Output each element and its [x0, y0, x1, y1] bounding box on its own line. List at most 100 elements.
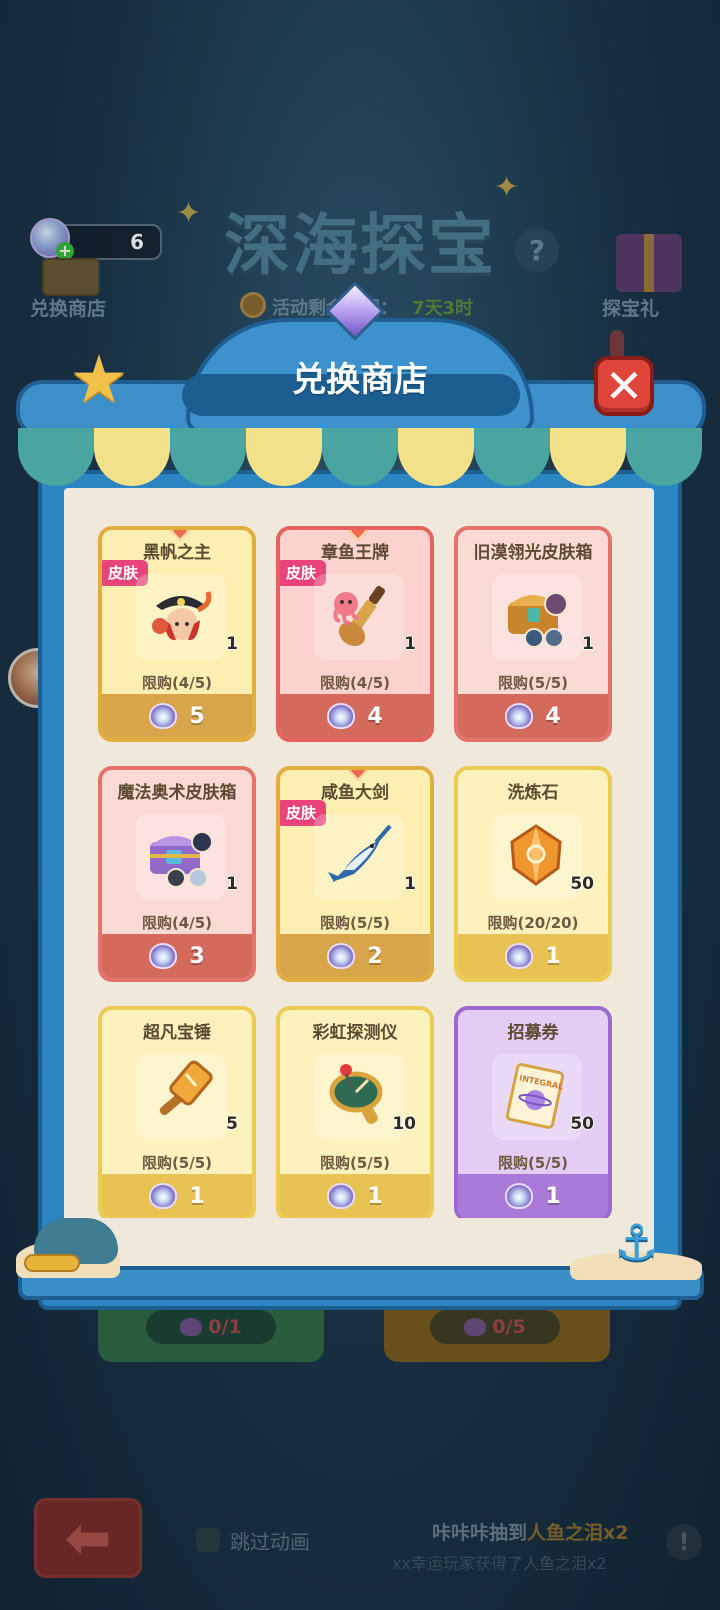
purchase-limit: 限购(20/20)	[487, 914, 579, 932]
pearl-icon	[505, 1183, 534, 1209]
awning-stripe	[18, 428, 94, 486]
close-button[interactable]: ✕	[594, 356, 654, 416]
ticker-prefix: 咔咔咔抽到	[432, 1522, 528, 1544]
item-quantity: 1	[226, 634, 238, 654]
shop-item-card[interactable]: 咸鱼大剑 皮肤 1 限购(5/5) 2	[276, 766, 434, 982]
item-price: 2	[367, 943, 383, 969]
awning-stripe	[246, 428, 322, 486]
buy-button[interactable]: 4	[458, 694, 608, 738]
left-progress-pill: 0/1	[146, 1310, 276, 1344]
item-name: 超凡宝锤	[143, 1023, 211, 1043]
skip-checkbox[interactable]	[196, 1528, 220, 1552]
pirate-captain-icon	[152, 591, 212, 641]
item-name: 彩虹探测仪	[312, 1023, 398, 1043]
purchase-limit: 限购(4/5)	[319, 674, 391, 692]
left-progress-value: 0/1	[208, 1316, 242, 1338]
awning-stripe	[322, 428, 398, 486]
shop-icon[interactable]	[42, 258, 100, 296]
pearl-icon	[505, 703, 534, 729]
swordfish-icon	[328, 824, 392, 882]
buy-button[interactable]: 1	[280, 1174, 430, 1218]
item-name: 洗炼石	[507, 783, 559, 803]
hammer-icon	[159, 1060, 213, 1116]
item-price: 1	[545, 943, 561, 969]
awning-stripe	[626, 428, 702, 486]
item-quantity: 5	[226, 1114, 238, 1134]
awning	[18, 428, 704, 486]
event-title: 深海探宝	[224, 207, 496, 284]
item-quantity: 1	[404, 634, 416, 654]
awning-stripe	[550, 428, 626, 486]
item-price: 1	[545, 1183, 561, 1209]
item-quantity: 10	[392, 1114, 416, 1134]
purchase-limit: 限购(5/5)	[497, 1154, 569, 1172]
buy-button[interactable]: 2	[280, 934, 430, 978]
sparkle-icon: ✦	[176, 196, 202, 231]
item-name: 魔法奥术皮肤箱	[117, 783, 237, 803]
item-price: 3	[189, 943, 205, 969]
buy-button[interactable]: 4	[280, 694, 430, 738]
magic-chest-icon	[150, 831, 213, 888]
buy-button[interactable]: 1	[458, 1174, 608, 1218]
shell-icon	[464, 1318, 487, 1336]
item-quantity: 1	[582, 634, 594, 654]
shop-item-card[interactable]: 洗炼石 50 限购(20/20) 1	[454, 766, 612, 982]
buy-button[interactable]: 1	[458, 934, 608, 978]
currency-value: 6	[130, 230, 144, 254]
gift-ribbon	[644, 234, 654, 292]
purchase-limit: 限购(4/5)	[141, 914, 213, 932]
recruit-ticket-icon: INTEGRAL	[505, 1063, 565, 1129]
purchase-limit: 限购(5/5)	[141, 1154, 213, 1172]
awning-stripe	[170, 428, 246, 486]
item-name: 招募券	[507, 1023, 559, 1043]
purchase-limit: 限购(5/5)	[497, 674, 569, 692]
shop-item-card[interactable]: 招募券 INTEGRAL 50 限购(5/5) 1	[454, 1006, 612, 1218]
skin-chest-icon	[508, 592, 568, 648]
help-button[interactable]: ?	[515, 228, 559, 272]
awning-stripe	[474, 428, 550, 486]
pearl-icon	[149, 703, 178, 729]
gift-label[interactable]: 探宝礼	[602, 294, 659, 321]
shop-item-grid[interactable]: 黑帆之主 皮肤 1 限购(4/5) 5 章鱼王牌 皮肤 1 限购(4/5) 4 …	[84, 520, 636, 1218]
purchase-limit: 限购(4/5)	[141, 674, 213, 692]
timer-value: 7天3时	[412, 298, 474, 319]
pearl-icon	[327, 1183, 356, 1209]
coins-icon	[24, 1254, 80, 1272]
pearl-icon	[149, 943, 178, 969]
pearl-icon	[149, 1183, 178, 1209]
item-price: 4	[545, 703, 561, 729]
shop-item-card[interactable]: 魔法奥术皮肤箱 1 限购(4/5) 3	[98, 766, 256, 982]
item-name: 旧漠翎光皮肤箱	[473, 543, 593, 563]
shop-item-card[interactable]: 彩虹探测仪 10 限购(5/5) 1	[276, 1006, 434, 1218]
purchase-limit: 限购(5/5)	[319, 1154, 391, 1172]
buy-button[interactable]: 5	[102, 694, 252, 738]
shell-icon	[180, 1318, 203, 1336]
ticker-highlight: 人鱼之泪x2	[527, 1522, 629, 1544]
buy-button[interactable]: 3	[102, 934, 252, 978]
right-progress-value: 0/5	[492, 1316, 526, 1338]
item-price: 5	[189, 703, 205, 729]
item-price: 1	[367, 1183, 383, 1209]
purchase-limit: 限购(5/5)	[319, 914, 391, 932]
item-quantity: 50	[570, 1114, 594, 1134]
item-price: 4	[367, 703, 383, 729]
back-button[interactable]: ⬅	[34, 1498, 142, 1578]
broadcast-ticker-line2: xx幸运玩家获得了人鱼之泪x2	[392, 1554, 607, 1573]
shop-item-card[interactable]: 黑帆之主 皮肤 1 限购(4/5) 5	[98, 526, 256, 742]
alert-button[interactable]: !	[666, 1524, 702, 1560]
skip-animation-label[interactable]: 跳过动画	[230, 1526, 310, 1555]
shop-item-card[interactable]: 旧漠翎光皮肤箱 1 限购(5/5) 4	[454, 526, 612, 742]
item-quantity: 50	[570, 874, 594, 894]
shop-item-card[interactable]: 超凡宝锤 5 限购(5/5) 1	[98, 1006, 256, 1218]
broadcast-ticker: 咔咔咔抽到人鱼之泪x2	[432, 1518, 629, 1545]
clock-icon	[240, 292, 266, 318]
item-quantity: 1	[226, 874, 238, 894]
awning-stripe	[398, 428, 474, 486]
shop-item-card[interactable]: 章鱼王牌 皮肤 1 限购(4/5) 4	[276, 526, 434, 742]
exchange-shop-label[interactable]: 兑换商店	[30, 294, 106, 321]
starfish-icon: ★	[69, 341, 129, 418]
item-quantity: 1	[404, 874, 416, 894]
buy-button[interactable]: 1	[102, 1174, 252, 1218]
right-progress-pill: 0/5	[430, 1310, 560, 1344]
awning-stripe	[94, 428, 170, 486]
